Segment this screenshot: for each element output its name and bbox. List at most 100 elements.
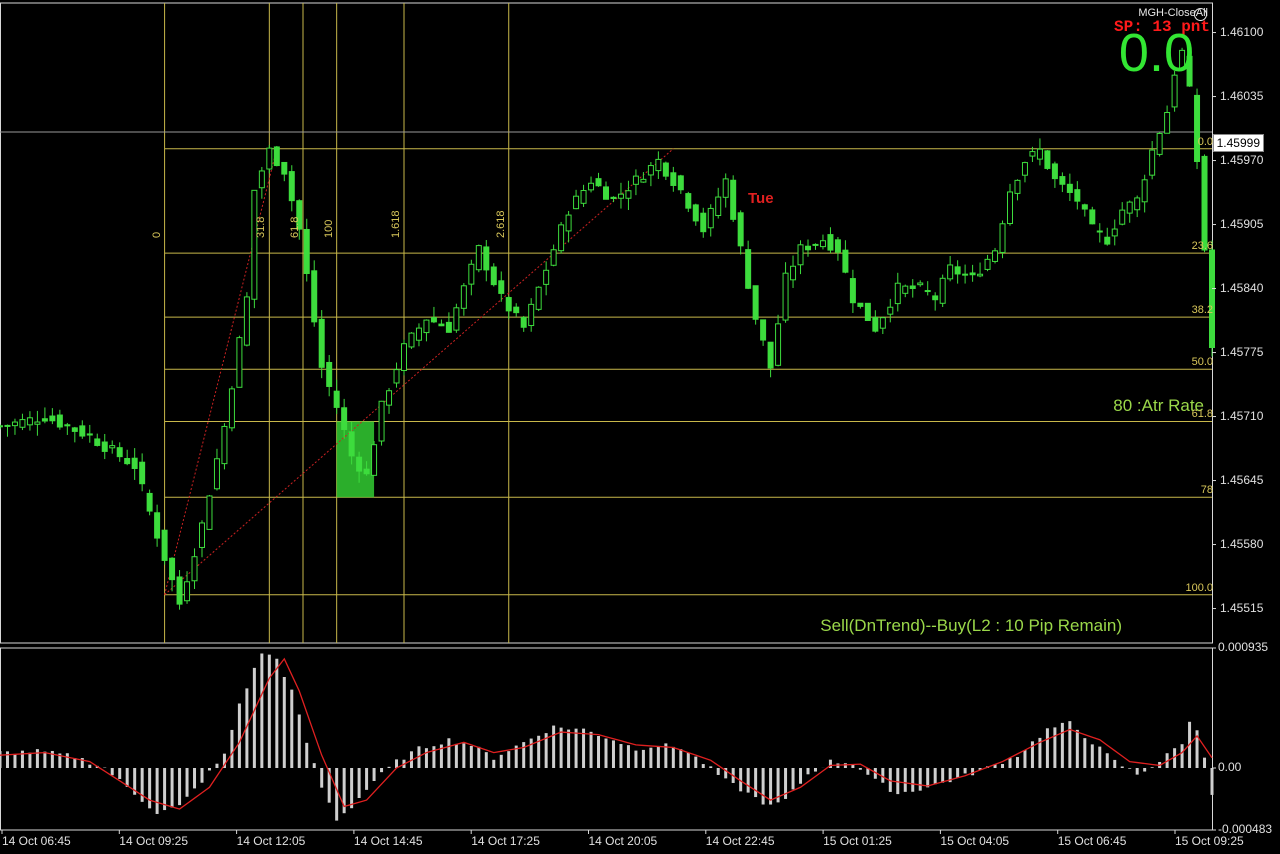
time-tick-label: 14 Oct 17:25 bbox=[471, 834, 540, 848]
candle-body bbox=[154, 512, 161, 539]
candle-body bbox=[243, 296, 250, 346]
fib-time-label: 0 bbox=[150, 231, 163, 238]
candle-body bbox=[625, 190, 632, 199]
candle-body bbox=[415, 327, 422, 341]
candle-body bbox=[56, 414, 63, 428]
candle-body bbox=[94, 438, 101, 446]
candle-body bbox=[1164, 112, 1171, 134]
candle-body bbox=[453, 307, 460, 331]
fib-time-label: 31.8 bbox=[255, 216, 268, 238]
candle-body bbox=[49, 415, 56, 422]
candle-body bbox=[460, 285, 467, 309]
fib-level-label: 38.2 bbox=[1191, 304, 1213, 317]
candle-body bbox=[4, 424, 11, 427]
candle-body bbox=[1029, 151, 1036, 157]
candle-body bbox=[595, 178, 602, 187]
candle-body bbox=[356, 456, 363, 472]
candle-body bbox=[632, 175, 639, 185]
fib-level-label: 0.0 bbox=[1197, 135, 1213, 148]
time-tick-label: 15 Oct 06:45 bbox=[1057, 834, 1127, 848]
candle-body bbox=[969, 272, 976, 276]
candle-body bbox=[603, 186, 609, 200]
time-tick-label: 15 Oct 01:25 bbox=[823, 834, 892, 848]
candle-body bbox=[393, 369, 400, 384]
candle-body bbox=[303, 228, 310, 274]
candle-body bbox=[1111, 228, 1118, 237]
candle-body bbox=[34, 421, 41, 425]
time-tick-label: 14 Oct 06:45 bbox=[2, 834, 71, 848]
candle-body bbox=[588, 182, 595, 191]
candle-body bbox=[1074, 189, 1081, 202]
candle-body bbox=[251, 189, 258, 300]
candle-body bbox=[124, 458, 131, 465]
candle-body bbox=[348, 431, 355, 457]
candle-body bbox=[842, 249, 849, 273]
candle-body bbox=[1104, 236, 1111, 245]
candle-body bbox=[954, 266, 961, 275]
candle-body bbox=[228, 388, 235, 429]
time-tick-label: 14 Oct 09:25 bbox=[119, 834, 189, 848]
candle-body bbox=[864, 302, 871, 322]
candle-body bbox=[939, 277, 946, 304]
candle-body bbox=[872, 316, 879, 332]
candle-body bbox=[1007, 191, 1013, 225]
candle-body bbox=[962, 273, 969, 276]
candle-body bbox=[445, 321, 452, 333]
fib-time-label: 1.618 bbox=[390, 210, 402, 238]
time-tick-label: 15 Oct 09:25 bbox=[1175, 834, 1244, 848]
candle-body bbox=[184, 581, 191, 602]
fib-level-label: 61.8 bbox=[1191, 408, 1213, 421]
candle-body bbox=[565, 214, 572, 232]
candle-body bbox=[318, 318, 325, 368]
candle-body bbox=[109, 445, 116, 449]
candle-body bbox=[1119, 209, 1126, 225]
candle-body bbox=[805, 245, 811, 251]
time-tick-label: 15 Oct 04:05 bbox=[940, 834, 1010, 848]
candle-body bbox=[550, 249, 557, 266]
candle-body bbox=[1134, 197, 1141, 211]
oscillator-pane bbox=[0, 647, 1216, 834]
candle-body bbox=[932, 295, 939, 301]
candle-body bbox=[311, 270, 318, 323]
candle-body bbox=[1209, 249, 1215, 348]
candle-body bbox=[977, 273, 984, 277]
candle-body bbox=[1194, 94, 1201, 162]
candle-body bbox=[543, 269, 550, 285]
candle-body bbox=[722, 178, 729, 198]
candle-body bbox=[685, 193, 692, 209]
candle-body bbox=[737, 212, 744, 247]
candle-body bbox=[924, 290, 931, 293]
fib-time-label: 2.618 bbox=[494, 210, 507, 238]
candle-body bbox=[281, 161, 288, 175]
candle-body bbox=[715, 196, 722, 216]
candle-body bbox=[408, 332, 415, 348]
candle-body bbox=[386, 390, 393, 406]
atr-label: 80 :Atr Rate bbox=[1113, 396, 1204, 415]
candle-body bbox=[333, 390, 340, 408]
candle-body bbox=[894, 282, 901, 305]
candle-body bbox=[917, 282, 924, 286]
candle-body bbox=[1141, 179, 1148, 203]
candle-body bbox=[834, 239, 841, 253]
candle-body bbox=[161, 529, 168, 561]
price-tick-label: 1.45905 bbox=[1220, 216, 1264, 231]
candle-body bbox=[760, 319, 767, 341]
fib-time-label: 61.8 bbox=[289, 216, 301, 238]
candle-body bbox=[273, 146, 280, 167]
candle-body bbox=[692, 204, 699, 222]
candle-body bbox=[662, 162, 669, 177]
signal-label: Sell(DnTrend)--Buy(L2 : 10 Pip Remain) bbox=[820, 616, 1122, 635]
candle-body bbox=[0, 425, 3, 428]
candle-body bbox=[139, 461, 146, 485]
candle-body bbox=[505, 297, 512, 312]
candle-body bbox=[670, 172, 677, 186]
candle-body bbox=[752, 285, 759, 320]
candle-body bbox=[326, 361, 333, 387]
time-tick-label: 14 Oct 22:45 bbox=[705, 834, 775, 848]
candle-body bbox=[475, 245, 482, 271]
candle-body bbox=[857, 302, 864, 307]
candle-body bbox=[116, 447, 123, 458]
candle-body bbox=[1044, 150, 1051, 169]
candle-body bbox=[782, 272, 789, 321]
candle-body bbox=[775, 323, 782, 366]
